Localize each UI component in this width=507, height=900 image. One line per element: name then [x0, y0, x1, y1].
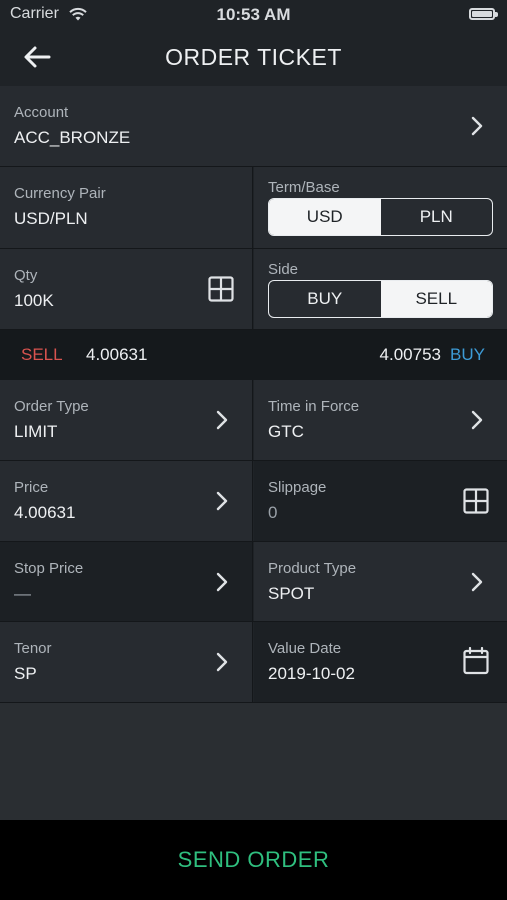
- term-base-option-usd[interactable]: USD: [269, 199, 381, 235]
- qty-side-row: Qty 100K Side BUY SELL: [0, 249, 507, 330]
- side-label: Side: [268, 261, 299, 278]
- order-type-value: LIMIT: [14, 422, 58, 441]
- product-type-field[interactable]: Product Type SPOT: [254, 542, 507, 621]
- buy-quote-label[interactable]: BUY: [450, 345, 485, 365]
- tenor-label: Tenor: [14, 640, 52, 657]
- qty-value: 100K: [14, 291, 54, 310]
- stop-price-field[interactable]: Stop Price —: [0, 542, 253, 621]
- chevron-right-icon: [471, 116, 483, 136]
- chevron-right-icon: [216, 410, 228, 430]
- stop-price-label: Stop Price: [14, 560, 84, 577]
- currency-pair-label: Currency Pair: [14, 185, 106, 202]
- term-base-label: Term/Base: [268, 179, 340, 196]
- buy-quote-price[interactable]: 4.00753: [380, 345, 441, 365]
- term-base-option-pln[interactable]: PLN: [381, 199, 493, 235]
- quote-strip: SELL 4.00631 4.00753 BUY: [0, 330, 507, 380]
- tenor-value: SP: [14, 664, 37, 683]
- account-field[interactable]: Account ACC_BRONZE: [0, 86, 507, 166]
- account-row[interactable]: Account ACC_BRONZE: [0, 86, 507, 167]
- stop-price-row: Stop Price — Product Type SPOT: [0, 542, 507, 622]
- value-date-field[interactable]: Value Date 2019-10-02: [254, 622, 507, 702]
- time-in-force-label: Time in Force: [268, 398, 360, 415]
- term-base-segmented-control: USD PLN: [268, 198, 493, 236]
- price-field[interactable]: Price 4.00631: [0, 461, 253, 541]
- chevron-right-icon: [471, 410, 483, 430]
- account-label: Account: [14, 104, 69, 121]
- side-option-buy[interactable]: BUY: [269, 281, 381, 317]
- page-title: ORDER TICKET: [165, 44, 342, 70]
- clock: 10:53 AM: [216, 5, 291, 24]
- footer-bar: SEND ORDER: [0, 820, 507, 900]
- currency-pair-value: USD/PLN: [14, 209, 88, 228]
- battery-icon: [469, 8, 498, 20]
- currency-row: Currency Pair USD/PLN Term/Base USD PLN: [0, 167, 507, 249]
- chevron-right-icon: [216, 572, 228, 592]
- time-in-force-field[interactable]: Time in Force GTC: [254, 380, 507, 460]
- price-value: 4.00631: [14, 503, 76, 522]
- value-date-label: Value Date: [268, 640, 342, 657]
- order-type-row: Order Type LIMIT Time in Force GTC: [0, 380, 507, 461]
- time-in-force-value: GTC: [268, 422, 304, 441]
- side-field: Side BUY SELL: [254, 249, 507, 329]
- slippage-field[interactable]: Slippage 0: [254, 461, 507, 541]
- account-value: ACC_BRONZE: [14, 128, 131, 147]
- price-row: Price 4.00631 Slippage 0: [0, 461, 507, 542]
- chevron-right-icon: [471, 572, 483, 592]
- tenor-field[interactable]: Tenor SP: [0, 622, 253, 702]
- term-base-field: Term/Base USD PLN: [254, 167, 507, 248]
- stop-price-value: —: [14, 584, 31, 603]
- keypad-icon[interactable]: [208, 276, 234, 302]
- sell-quote-price[interactable]: 4.00631: [86, 345, 147, 365]
- side-option-sell[interactable]: SELL: [380, 281, 492, 317]
- order-ticket-screen: Carrier 10:53 AM ORDER TICKET Account AC…: [0, 0, 507, 900]
- empty-area: [0, 703, 507, 820]
- sell-quote-label[interactable]: SELL: [21, 345, 63, 365]
- slippage-label: Slippage: [268, 479, 327, 496]
- currency-pair-field: Currency Pair USD/PLN: [0, 167, 253, 248]
- status-bar: Carrier 10:53 AM: [0, 0, 507, 30]
- qty-field[interactable]: Qty 100K: [0, 249, 253, 329]
- order-type-field[interactable]: Order Type LIMIT: [0, 380, 253, 460]
- send-order-button[interactable]: SEND ORDER: [0, 847, 507, 873]
- product-type-label: Product Type: [268, 560, 357, 577]
- calendar-icon[interactable]: [463, 647, 489, 675]
- side-segmented-control: BUY SELL: [268, 280, 493, 318]
- product-type-value: SPOT: [268, 584, 315, 603]
- navigation-header: ORDER TICKET: [0, 30, 507, 86]
- chevron-right-icon: [216, 652, 228, 672]
- qty-label: Qty: [14, 267, 38, 284]
- price-label: Price: [14, 479, 49, 496]
- chevron-right-icon: [216, 491, 228, 511]
- keypad-icon[interactable]: [463, 488, 489, 514]
- order-type-label: Order Type: [14, 398, 89, 415]
- slippage-value: 0: [268, 503, 278, 522]
- value-date-value: 2019-10-02: [268, 664, 355, 683]
- tenor-row: Tenor SP Value Date 2019-10-02: [0, 622, 507, 703]
